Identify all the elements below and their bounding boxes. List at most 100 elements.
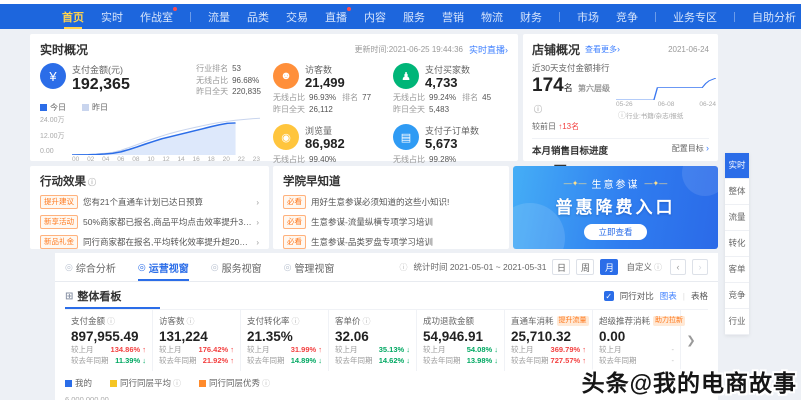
nav-divider [559,12,560,22]
legend-swatch-peer-avg [110,380,117,387]
main-content: 实时概况 更新时间:2021-06-25 19:44:36 实时直播 › ¥ 支… [0,29,801,400]
nav-divider [734,12,735,22]
nav-divider [655,12,656,22]
nav-item-category[interactable]: 品类 [247,4,269,29]
nav-item-content[interactable]: 内容 [364,4,386,29]
nav-item-realtime[interactable]: 实时 [101,4,123,29]
board-metric-row: 支付金额ⓘ 897,955.49 较上月134.86% 较去年同期11.39% … [65,309,708,371]
anchor-industry[interactable]: 行业 [725,309,749,335]
board-metric-ztc-spend[interactable]: 直通车消耗提升流量 25,710.32 较上月369.79% 较去年同期727.… [505,310,593,371]
target-title: 本月销售目标进度 [532,143,608,157]
metric-visitors: ☻ 访客数 21,499 无线占比96.93%排名77 昨日全天26,112 [273,63,385,115]
chevron-right-icon: › [505,45,508,55]
nav-item-market[interactable]: 市场 [577,4,599,29]
action-row[interactable]: 提升建议 您有21个直通车计划已达日预算 › [40,195,259,209]
realtime-updated-time: 更新时间:2021-06-25 19:44:36 [354,44,463,55]
banner-title: 普惠降费入口 [556,193,676,218]
sparkline-x-axis: 05-2606-0806-24 [616,101,716,108]
realtime-live-link[interactable]: 实时直播 [469,43,505,56]
info-icon: ⓘ [534,105,542,114]
suborders-icon: ▤ [393,124,419,150]
nav-item-home[interactable]: 首页 [62,4,84,29]
board-metric-pay-amount[interactable]: 支付金额ⓘ 897,955.49 较上月134.86% 较去年同期11.39% [65,310,153,371]
college-row[interactable]: 必看 用好生意参谋必须知道的这些小知识! [283,195,499,209]
info-icon: ⓘ [618,111,626,120]
target-config-link[interactable]: 配置目标 › [672,143,709,157]
nav-item-service[interactable]: 服务 [403,4,425,29]
board-metric-conversion[interactable]: 支付转化率ⓘ 21.35% 较上月31.99% 较去年同期14.89% [241,310,329,371]
chart-view-button[interactable]: 图表 [660,290,677,302]
next-period-button[interactable]: › [692,259,708,275]
must-read-tag: 必看 [283,235,306,249]
action-row[interactable]: 新品礼金 同行商家都在报名,平均转化效率提升超20%,快速打… › [40,235,259,249]
chevron-right-icon: › [256,198,259,207]
banner-view-button[interactable]: 立即查看 [584,224,646,240]
nav-item-warroom[interactable]: 作战室 [140,4,173,29]
chevron-right-icon: › [256,238,259,247]
board-metric-super-rec-spend[interactable]: 超级推荐消耗助力拉新 0.00 较上月- 较去年同期- [593,310,681,371]
board-metric-visitors[interactable]: 访客数ⓘ 131,224 较上月176.42% 较去年同期21.92% [153,310,241,371]
anchor-traffic[interactable]: 流量 [725,205,749,231]
peer-compare-checkbox[interactable]: ✓ [604,291,614,301]
action-tag: 提升建议 [40,195,78,209]
nav-item-bizzone[interactable]: 业务专区 [673,4,717,29]
nav-item-selfanalysis[interactable]: 自助分析 [752,4,796,29]
legend-swatch-today [40,104,47,111]
nav-item-finance[interactable]: 财务 [520,4,542,29]
chevron-right-icon: › [617,44,620,54]
pageviews-icon: ◉ [273,124,299,150]
college-title: 学院早知道 [283,173,499,189]
divider: | [683,291,685,301]
nav-item-live[interactable]: 直播 [325,4,347,29]
info-icon: ⓘ [107,316,115,327]
tab-operation[interactable]: ◎运营视窗 [138,253,189,281]
must-read-tag: 必看 [283,195,306,209]
period-day-button[interactable]: 日 [552,259,570,275]
info-icon: ⓘ [88,178,96,187]
metric-label: 支付金额(元) [72,63,130,76]
period-week-button[interactable]: 周 [576,259,594,275]
action-row[interactable]: 新享活动 50%商家都已报名,商品平均点击效率提升30%,快速… › [40,215,259,229]
action-tag: 新品礼金 [40,235,78,249]
anchor-overall[interactable]: 整体 [725,179,749,205]
anchor-conversion[interactable]: 转化 [725,231,749,257]
realtime-x-axis: 00020406081012141618202223 [72,156,260,163]
custom-range-link[interactable]: 自定义ⓘ [626,261,662,273]
anchor-avg-order[interactable]: 客单 [725,257,749,283]
nav-item-traffic[interactable]: 流量 [208,4,230,29]
promo-banner[interactable]: 生意参谋 普惠降费入口 立即查看 [513,166,718,249]
realtime-overview-card: 实时概况 更新时间:2021-06-25 19:44:36 实时直播 › ¥ 支… [30,34,518,161]
nav-divider [190,12,191,22]
rank-title: 近30天支付金额排行 [532,62,709,74]
tab-service[interactable]: ◎服务视窗 [211,253,262,281]
prev-period-button[interactable]: ‹ [670,259,686,275]
college-row[interactable]: 必看 生意参谋-品类罗盘专项学习培训 [283,235,499,249]
divider [532,138,709,139]
info-icon: ⓘ [187,316,195,327]
tab-management[interactable]: ◎管理视窗 [284,253,335,281]
anchor-nav: 实时 整体 流量 转化 客单 竞争 行业 [725,153,749,335]
nav-item-compete[interactable]: 竞争 [616,4,638,29]
anchor-realtime[interactable]: 实时 [725,153,749,179]
board-metric-refund[interactable]: 成功退款金额 54,946.91 较上月54.08% 较去年同期13.98% [417,310,505,371]
nav-item-marketing[interactable]: 营销 [442,4,464,29]
anchor-compete[interactable]: 竞争 [725,283,749,309]
action-results-card: 行动效果ⓘ 提升建议 您有21个直通车计划已达日预算 › 新享活动 50%商家都… [30,166,269,249]
nav-item-logistics[interactable]: 物流 [481,4,503,29]
shop-date: 2021-06-24 [668,45,709,54]
notification-dot [347,7,351,11]
college-card: 学院早知道 必看 用好生意参谋必须知道的这些小知识! 必看 生意参谋-流量纵横专… [273,166,509,249]
buyers-icon: ♟ [393,63,419,89]
tab-icon: ◎ [65,262,73,273]
table-view-button[interactable]: 表格 [691,290,708,302]
realtime-trend-chart: 24.00万 12.00万 0.00 000204060810121416182… [40,115,265,165]
tab-comprehensive[interactable]: ◎综合分析 [65,253,116,281]
nav-item-trade[interactable]: 交易 [286,4,308,29]
tab-icon: ◎ [284,262,292,273]
college-row[interactable]: 必看 生意参谋-流量纵横专项学习培训 [283,215,499,229]
promo-badge: 提升流量 [557,316,589,326]
period-month-button[interactable]: 月 [600,259,618,275]
shop-more-link[interactable]: 查看更多› [585,44,620,55]
board-metric-avg-order[interactable]: 客单价ⓘ 32.06 较上月35.13% 较去年同期14.62% [329,310,417,371]
stat-time-range: 统计时间 2021-05-01 ~ 2021-05-31 [413,261,546,273]
